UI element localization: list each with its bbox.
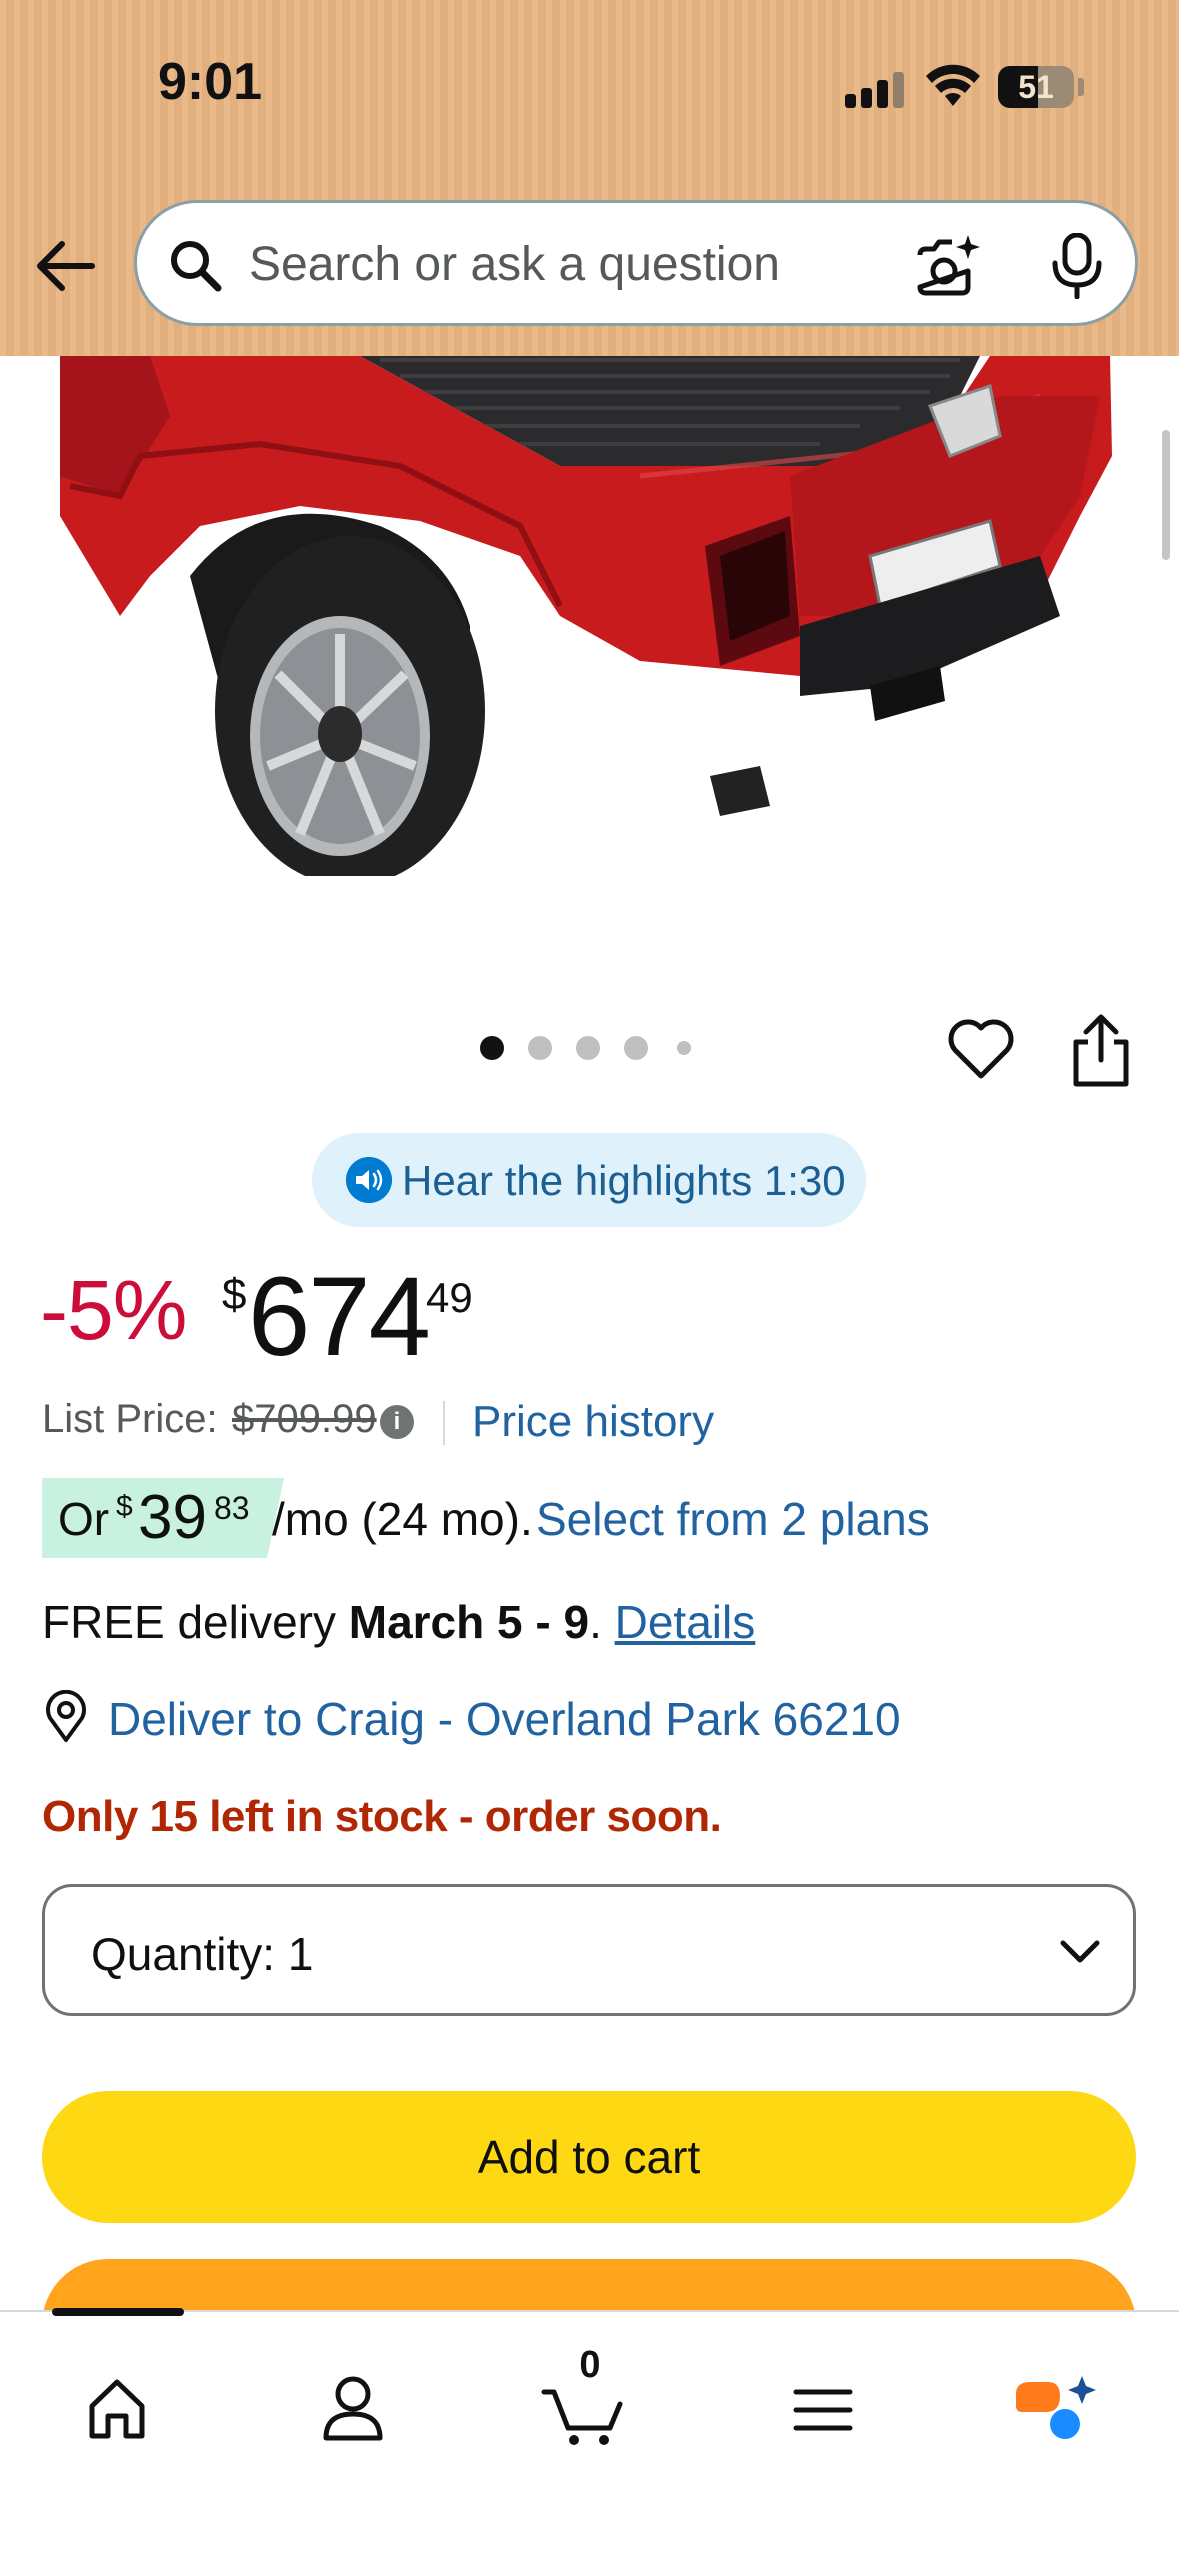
quantity-value: 1 <box>287 1928 314 1980</box>
menu-icon[interactable] <box>768 2354 878 2454</box>
location-pin-icon[interactable] <box>42 1690 90 1744</box>
carousel-dot[interactable] <box>624 1036 648 1060</box>
delivery-info: FREE delivery March 5 - 9. Details <box>42 1595 755 1649</box>
home-icon[interactable] <box>62 2354 172 2454</box>
wifi-icon <box>926 64 980 106</box>
stock-status: Only 15 left in stock - order soon. <box>42 1792 722 1841</box>
delivery-dates: March 5 - 9 <box>348 1596 590 1648</box>
quantity-label-row: Quantity: 1 <box>91 1927 313 1981</box>
account-icon[interactable] <box>298 2354 408 2454</box>
installment-whole: 39 <box>138 1483 207 1552</box>
cellular-signal-icon <box>845 70 905 108</box>
scroll-indicator <box>1162 430 1170 560</box>
truck-image <box>0 356 1179 926</box>
battery-level: 51 <box>1018 69 1054 105</box>
cart-button[interactable]: 0 <box>532 2344 642 2454</box>
battery-tip <box>1078 78 1084 96</box>
installment-prefix: Or <box>58 1493 110 1545</box>
search-bar[interactable] <box>134 200 1138 326</box>
rufus-ai-icon[interactable] <box>1002 2354 1112 2454</box>
hear-highlights-label: Hear the highlights 1:30 <box>402 1157 846 1204</box>
installment-currency: $ <box>116 1490 133 1523</box>
product-image[interactable] <box>0 356 1179 926</box>
price-fraction: 49 <box>426 1274 473 1321</box>
installment-fraction: 83 <box>214 1490 250 1526</box>
status-time: 9:01 <box>158 53 263 111</box>
info-icon[interactable]: i <box>380 1405 414 1439</box>
delivery-separator: . <box>589 1596 615 1648</box>
delivery-details-link[interactable]: Details <box>615 1596 756 1648</box>
carousel-dot[interactable] <box>677 1041 691 1055</box>
add-to-cart-button[interactable]: Add to cart <box>42 2091 1136 2223</box>
quantity-label: Quantity: <box>91 1928 276 1980</box>
price-currency: $ <box>222 1270 247 1319</box>
select-plans-link[interactable]: Select from 2 plans <box>536 1492 930 1546</box>
mic-icon[interactable] <box>1049 233 1105 299</box>
discount-percentage: -5% <box>40 1263 187 1357</box>
list-price-label: List Price: <box>42 1397 218 1441</box>
carousel-dot[interactable] <box>576 1036 600 1060</box>
quantity-dropdown[interactable]: Quantity: 1 <box>42 1884 1136 2016</box>
installment-term: /mo (24 mo). <box>272 1493 533 1545</box>
hear-highlights-button[interactable]: Hear the highlights 1:30 <box>312 1133 866 1227</box>
cart-count: 0 <box>579 2344 601 2386</box>
carousel-dot[interactable] <box>528 1036 552 1060</box>
price-history-link[interactable]: Price history <box>472 1397 714 1447</box>
price-whole: 674 <box>248 1254 431 1379</box>
search-icon <box>171 241 222 292</box>
carousel-dot[interactable] <box>480 1036 504 1060</box>
nav-active-indicator <box>52 2308 184 2316</box>
chevron-down-icon <box>1060 1940 1100 1963</box>
divider <box>443 1401 445 1445</box>
speaker-icon <box>346 1157 392 1203</box>
camera-icon[interactable] <box>912 231 982 301</box>
list-price-value: $709.99 <box>232 1397 377 1441</box>
bottom-navigation: 0 <box>0 2308 1179 2558</box>
search-input[interactable] <box>247 225 971 303</box>
carousel-dots[interactable] <box>480 1036 700 1060</box>
top-header: 9:01 51 <box>0 0 1179 356</box>
delivery-prefix: FREE delivery <box>42 1596 336 1648</box>
back-arrow-icon[interactable] <box>28 228 104 304</box>
battery-icon: 51 <box>998 66 1074 108</box>
share-icon[interactable] <box>1068 1012 1134 1088</box>
heart-icon[interactable] <box>945 1012 1017 1084</box>
deliver-to-link[interactable]: Deliver to Craig - Overland Park 66210 <box>108 1692 901 1746</box>
